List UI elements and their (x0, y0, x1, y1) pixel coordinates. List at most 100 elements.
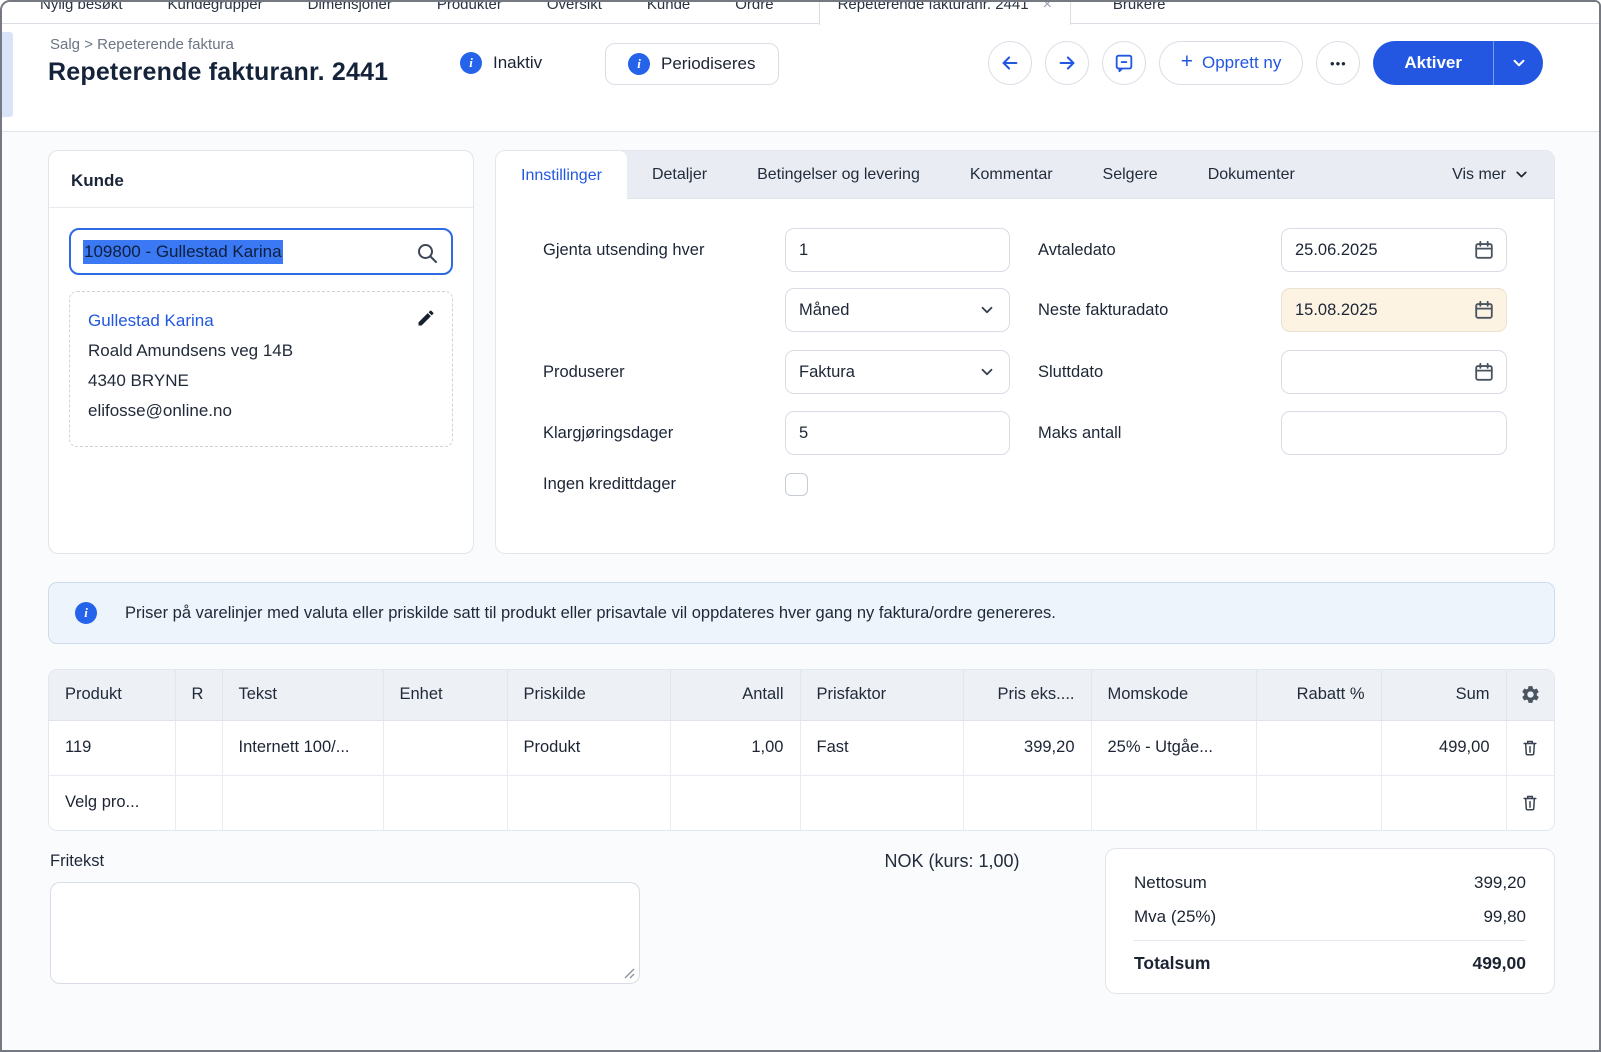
nav-item-brukere[interactable]: Brukere (1113, 0, 1166, 23)
settings-panel: Innstillinger Detaljer Betingelser og le… (495, 150, 1555, 554)
cell-empty[interactable] (963, 775, 1091, 830)
cell-priskilde[interactable]: Produkt (507, 720, 670, 775)
neste-fakturadato-field[interactable]: 15.08.2025 (1281, 288, 1507, 332)
tab-dokumenter[interactable]: Dokumenter (1183, 151, 1320, 198)
cell-empty[interactable] (1256, 775, 1381, 830)
avtaledato-value: 25.06.2025 (1295, 241, 1378, 260)
comment-button[interactable] (1102, 41, 1146, 85)
comment-icon (1113, 52, 1135, 74)
net-sum-label: Nettosum (1134, 873, 1207, 893)
forward-button[interactable] (1045, 41, 1089, 85)
activate-dropdown-button[interactable] (1493, 41, 1543, 85)
cell-empty[interactable] (507, 775, 670, 830)
table-row-empty: Velg pro... (49, 775, 1554, 830)
delete-row-button[interactable] (1506, 775, 1554, 830)
cell-empty[interactable] (175, 775, 222, 830)
nav-item-kundegrupper[interactable]: Kundegrupper (168, 0, 263, 23)
calendar-icon[interactable] (1473, 239, 1495, 261)
back-button[interactable] (988, 41, 1032, 85)
breadcrumb[interactable]: Salg > Repeterende faktura (50, 36, 234, 53)
tab-detaljer[interactable]: Detaljer (627, 151, 732, 198)
customer-email: elifosse@online.no (88, 396, 434, 426)
col-rabatt: Rabatt % (1256, 670, 1381, 720)
cell-empty[interactable] (1091, 775, 1256, 830)
nav-item-dimensjoner[interactable]: Dimensjoner (308, 0, 392, 23)
nav-item-ordre[interactable]: Ordre (735, 0, 773, 23)
nav-item-produkter[interactable]: Produkter (437, 0, 502, 23)
col-produkt: Produkt (49, 670, 175, 720)
cell-empty[interactable] (1381, 775, 1506, 830)
tab-selgere[interactable]: Selgere (1078, 151, 1183, 198)
tab-vis-mer[interactable]: Vis mer (1428, 151, 1554, 198)
table-header-row: Produkt R Tekst Enhet Priskilde Antall P… (49, 670, 1554, 720)
total-sum-row: Totalsum 499,00 (1134, 941, 1526, 981)
edit-pencil-icon[interactable] (416, 308, 436, 328)
info-icon: i (460, 52, 482, 74)
fritekst-textarea[interactable] (50, 882, 640, 984)
cell-momskode[interactable]: 25% - Utgåe... (1091, 720, 1256, 775)
periodiseres-button[interactable]: i Periodiseres (605, 43, 779, 85)
cell-produkt[interactable]: 119 (49, 720, 175, 775)
cell-r[interactable] (175, 720, 222, 775)
cell-empty[interactable] (222, 775, 383, 830)
nav-item-recent[interactable]: Nylig besøkt (40, 0, 123, 23)
net-sum-value: 399,20 (1474, 873, 1526, 893)
close-icon[interactable]: × (1043, 0, 1052, 20)
cell-tekst[interactable]: Internett 100/... (222, 720, 383, 775)
repeat-interval-input[interactable]: 1 (785, 228, 1010, 272)
neste-fakturadato-value: 15.08.2025 (1295, 301, 1378, 320)
table-settings-icon[interactable] (1506, 670, 1554, 720)
customer-name-link[interactable]: Gullestad Karina (88, 306, 434, 336)
active-tab-label: Repeterende fakturanr. 2441 (838, 0, 1029, 20)
chevron-down-icon (1513, 166, 1530, 183)
calendar-icon[interactable] (1473, 361, 1495, 383)
cell-enhet[interactable] (383, 720, 507, 775)
cell-empty[interactable] (800, 775, 963, 830)
search-icon[interactable] (415, 241, 439, 265)
cell-produkt-placeholder[interactable]: Velg pro... (49, 775, 175, 830)
cell-pris-eks[interactable]: 399,20 (963, 720, 1091, 775)
cell-rabatt[interactable] (1256, 720, 1381, 775)
klargjoringsdager-label: Klargjøringsdager (543, 411, 781, 455)
col-sum: Sum (1381, 670, 1506, 720)
maks-antall-input[interactable] (1281, 411, 1507, 455)
create-new-button[interactable]: + Opprett ny (1159, 41, 1304, 85)
cell-sum[interactable]: 499,00 (1381, 720, 1506, 775)
active-document-tab[interactable]: Repeterende fakturanr. 2441 × (819, 2, 1071, 25)
calendar-icon[interactable] (1473, 299, 1495, 321)
neste-fakturadato-label: Neste fakturadato (1038, 288, 1276, 332)
activate-label: Aktiver (1404, 53, 1462, 73)
totals-card: Nettosum 399,20 Mva (25%) 99,80 Totalsum… (1105, 848, 1555, 994)
col-momskode: Momskode (1091, 670, 1256, 720)
repeat-unit-select[interactable]: Måned (785, 288, 1010, 332)
status-badge-label: Inaktiv (493, 53, 542, 73)
tab-innstillinger[interactable]: Innstillinger (496, 151, 627, 200)
nav-item-kunde[interactable]: Kunde (647, 0, 690, 23)
produserer-select[interactable]: Faktura (785, 350, 1010, 394)
delete-row-button[interactable] (1506, 720, 1554, 775)
avtaledato-label: Avtaledato (1038, 228, 1276, 272)
customer-search-input[interactable]: 109800 - Gullestad Karina (69, 228, 453, 275)
more-options-button[interactable]: ••• (1316, 41, 1360, 85)
col-prisfaktor: Prisfaktor (800, 670, 963, 720)
ingen-kredittdager-checkbox[interactable] (785, 473, 808, 496)
vat-row: Mva (25%) 99,80 (1134, 900, 1526, 934)
cell-antall[interactable]: 1,00 (670, 720, 800, 775)
activate-button[interactable]: Aktiver (1373, 41, 1493, 85)
page-title: Repeterende fakturanr. 2441 (48, 58, 388, 87)
cell-prisfaktor[interactable]: Fast (800, 720, 963, 775)
chevron-down-icon (978, 301, 996, 319)
create-new-label: Opprett ny (1202, 53, 1281, 73)
klargjoringsdager-input[interactable]: 5 (785, 411, 1010, 455)
cell-empty[interactable] (383, 775, 507, 830)
plus-icon: + (1181, 50, 1193, 74)
tab-betingelser[interactable]: Betingelser og levering (732, 151, 945, 198)
total-sum-label: Totalsum (1134, 953, 1211, 974)
tab-kommentar[interactable]: Kommentar (945, 151, 1078, 198)
info-banner-text: Priser på varelinjer med valuta eller pr… (125, 604, 1056, 623)
vat-label: Mva (25%) (1134, 907, 1216, 927)
nav-item-oversikt[interactable]: Oversikt (547, 0, 602, 23)
avtaledato-field[interactable]: 25.06.2025 (1281, 228, 1507, 272)
sluttdato-field[interactable] (1281, 350, 1507, 394)
cell-empty[interactable] (670, 775, 800, 830)
